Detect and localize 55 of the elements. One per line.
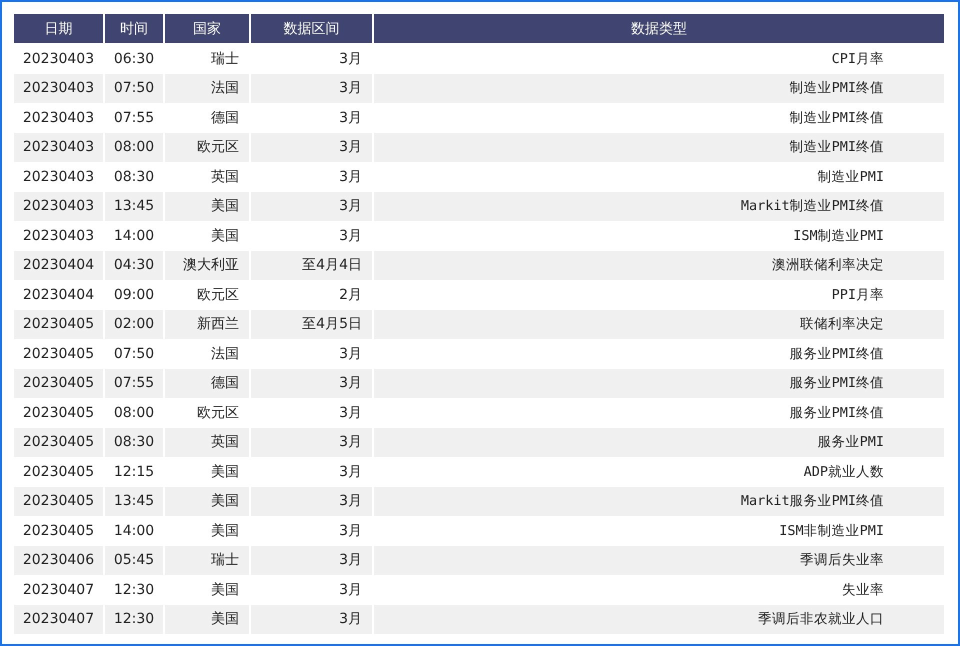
table-cell: 季调后非农就业人口: [374, 604, 944, 634]
table-cell: 3月: [251, 132, 372, 162]
table-cell: 至4月4日: [251, 250, 372, 280]
table-cell: 20230403: [14, 192, 103, 221]
table-cell: 13:45: [105, 192, 163, 221]
table-cell: 联储利率决定: [374, 310, 944, 339]
table-cell: 至4月5日: [251, 310, 372, 339]
table-cell: 3月: [251, 546, 372, 575]
table-cell: 澳洲联储利率决定: [374, 250, 944, 280]
table-cell: Markit制造业PMI终值: [374, 192, 944, 221]
table-cell: 20230404: [14, 250, 103, 280]
table-cell: 05:45: [105, 546, 163, 575]
table-cell: 法国: [165, 74, 249, 103]
table-cell: 02:00: [105, 310, 163, 339]
table-cell: 服务业PMI: [374, 428, 944, 457]
table-cell: 3月: [251, 192, 372, 221]
table-cell: 制造业PMI终值: [374, 132, 944, 162]
column-header: 日期: [14, 14, 103, 44]
table-cell: 季调后失业率: [374, 546, 944, 575]
table-cell: 制造业PMI终值: [374, 74, 944, 103]
table-cell: 英国: [165, 428, 249, 457]
table-cell: 12:30: [105, 604, 163, 634]
table-cell: 20230405: [14, 368, 103, 398]
column-header: 时间: [105, 14, 163, 44]
table-cell: 20230405: [14, 428, 103, 457]
table-cell: 3月: [251, 74, 372, 103]
table-cell: 澳大利亚: [165, 250, 249, 280]
table-cell: 20230405: [14, 310, 103, 339]
table-cell: 20230403: [14, 74, 103, 103]
table-cell: 08:30: [105, 428, 163, 457]
table-cell: 服务业PMI终值: [374, 368, 944, 398]
table-cell: 07:55: [105, 368, 163, 398]
table-cell: 20230405: [14, 486, 103, 516]
table-cell: 08:00: [105, 132, 163, 162]
table-cell: 3月: [251, 604, 372, 634]
table-cell: 3月: [251, 368, 372, 398]
table-cell: 欧元区: [165, 132, 249, 162]
table-cell: 新西兰: [165, 310, 249, 339]
table-cell: Markit服务业PMI终值: [374, 486, 944, 516]
column-header: 国家: [165, 14, 249, 44]
table-cell: 美国: [165, 486, 249, 516]
table-cell: 20230406: [14, 546, 103, 575]
table-cell: 07:50: [105, 74, 163, 103]
column-header: 数据类型: [374, 14, 944, 44]
table-cell: 美国: [165, 192, 249, 221]
table-cell: 3月: [251, 428, 372, 457]
table-cell: 20230407: [14, 604, 103, 634]
table-cell: 13:45: [105, 486, 163, 516]
table-cell: 3月: [251, 486, 372, 516]
table-cell: 德国: [165, 368, 249, 398]
table-cell: 美国: [165, 604, 249, 634]
table-cell: 瑞士: [165, 546, 249, 575]
table-cell: 04:30: [105, 250, 163, 280]
table-cell: 20230403: [14, 132, 103, 162]
column-header: 数据区间: [251, 14, 372, 44]
